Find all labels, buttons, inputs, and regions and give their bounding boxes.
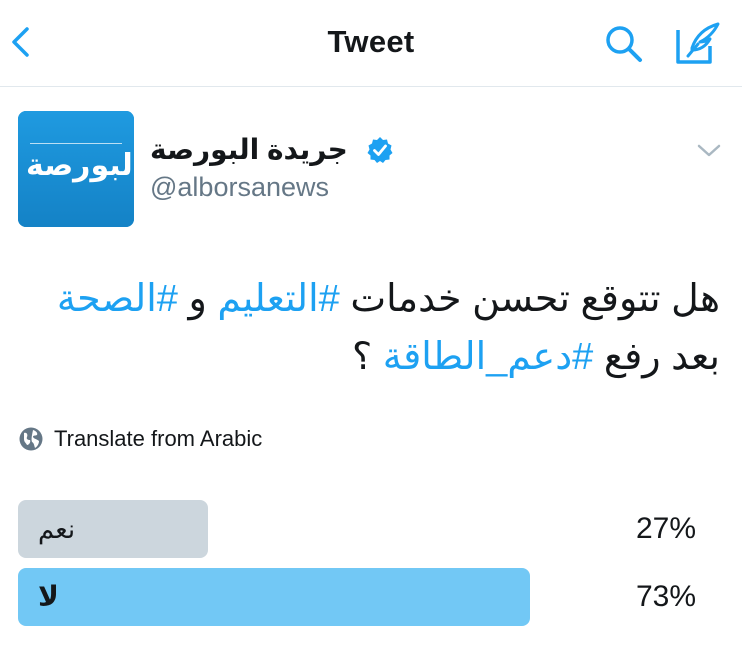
compose-tweet-icon (676, 22, 720, 64)
hashtag-link[interactable]: #دعم_الطاقة (383, 336, 594, 378)
poll-option-percent: 27% (635, 512, 696, 545)
hashtag-link[interactable]: #الصحة (57, 278, 178, 320)
poll-option-bar-winner (18, 568, 530, 626)
poll-option-label: نعم (38, 514, 76, 544)
tweet-text: هل تتوقع تحسن خدمات #التعليم و #الصحة بع… (20, 270, 720, 386)
translate-link[interactable]: Translate from Arabic (18, 424, 262, 454)
tweet-menu-button[interactable] (693, 138, 725, 164)
hashtag-link[interactable]: #التعليم (217, 278, 339, 320)
tweet-text-segment: ؟ (351, 336, 383, 378)
tweet-text-segment: و (177, 278, 218, 320)
tweet-text-segment: بعد رفع (593, 336, 720, 378)
avatar-logo: البورصة (26, 149, 134, 182)
globe-icon (19, 427, 43, 451)
search-icon (606, 26, 642, 62)
translate-label: Translate from Arabic (54, 426, 263, 451)
author-handle[interactable]: @alborsanews (150, 172, 329, 203)
search-button[interactable] (602, 22, 646, 66)
logo-divider (30, 143, 122, 147)
verified-badge-icon (367, 137, 393, 163)
top-navigation-bar: Tweet (0, 0, 742, 87)
poll-option-percent: 73% (635, 580, 696, 613)
author-avatar[interactable]: البورصة (18, 111, 134, 227)
compose-tweet-button[interactable] (674, 20, 722, 66)
author-name[interactable]: جريدة البورصة (150, 133, 348, 166)
chevron-down-icon (697, 144, 721, 157)
tweet-text-segment: هل تتوقع تحسن خدمات (339, 278, 720, 320)
poll-option-label: لا (38, 581, 59, 612)
